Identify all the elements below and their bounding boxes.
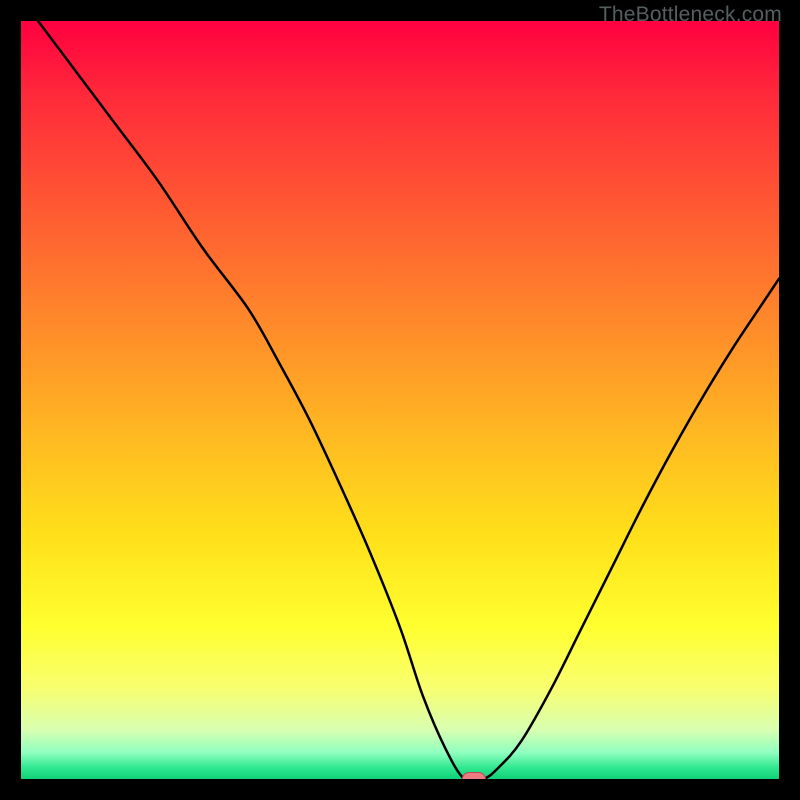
- plot-area: [21, 21, 779, 779]
- optimal-marker: [462, 773, 485, 780]
- chart-container: TheBottleneck.com: [0, 0, 800, 800]
- bottleneck-chart: [21, 21, 779, 779]
- gradient-background: [21, 21, 779, 779]
